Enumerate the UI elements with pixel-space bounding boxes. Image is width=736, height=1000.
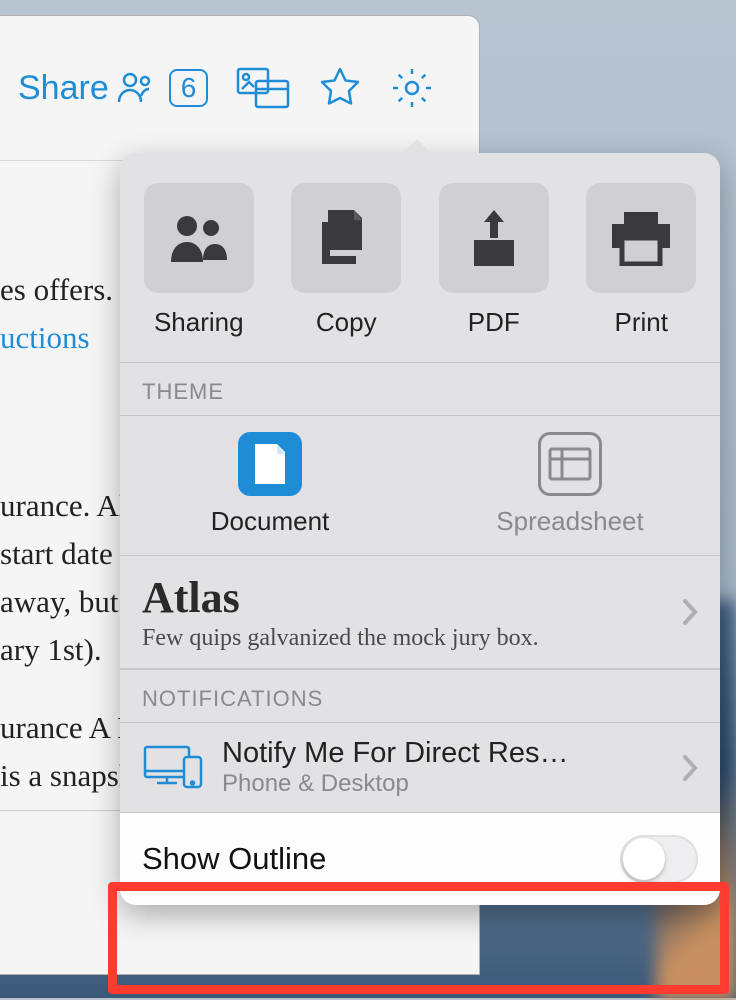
- font-title: Atlas: [142, 572, 670, 623]
- theme-document[interactable]: Document: [120, 416, 420, 555]
- copy-icon: [318, 208, 374, 268]
- print-icon: [610, 210, 672, 266]
- media-icon[interactable]: [236, 67, 290, 109]
- theme-document-label: Document: [211, 506, 330, 537]
- pdf-upload-icon: [470, 208, 518, 268]
- show-outline-label: Show Outline: [142, 841, 620, 877]
- spreadsheet-icon: [548, 447, 592, 481]
- notify-sub: Phone & Desktop: [222, 770, 664, 798]
- share-count-badge: 6: [169, 69, 209, 107]
- share-button[interactable]: Share 6: [18, 69, 208, 108]
- show-outline-row[interactable]: Show Outline: [120, 813, 720, 905]
- font-row[interactable]: Atlas Few quips galvanized the mock jury…: [120, 556, 720, 669]
- devices-icon: [142, 743, 204, 793]
- chevron-right-icon: [682, 598, 698, 626]
- notify-row[interactable]: Notify Me For Direct Res… Phone & Deskto…: [120, 722, 720, 813]
- sharing-icon: [167, 212, 231, 264]
- people-icon: [117, 70, 161, 106]
- sharing-label: Sharing: [154, 307, 244, 338]
- document-icon: [251, 442, 289, 486]
- theme-row: Document Spreadsheet: [120, 415, 720, 556]
- font-sample: Few quips galvanized the mock jury box.: [142, 625, 670, 652]
- theme-spreadsheet[interactable]: Spreadsheet: [420, 416, 720, 555]
- share-label: Share: [18, 69, 109, 108]
- actions-row: Sharing Copy PDF: [120, 153, 720, 362]
- sharing-action[interactable]: Sharing: [134, 183, 264, 338]
- doc-link[interactable]: uctions: [0, 320, 90, 355]
- settings-popover: Sharing Copy PDF: [120, 153, 720, 905]
- gear-icon[interactable]: [390, 66, 434, 110]
- copy-label: Copy: [316, 307, 377, 338]
- print-action[interactable]: Print: [576, 183, 706, 338]
- theme-header: THEME: [120, 362, 720, 415]
- theme-spreadsheet-label: Spreadsheet: [496, 506, 643, 537]
- toggle-thumb: [623, 838, 665, 880]
- print-label: Print: [615, 307, 668, 338]
- chevron-right-icon: [682, 754, 698, 782]
- pdf-label: PDF: [468, 307, 520, 338]
- notify-title: Notify Me For Direct Res…: [222, 737, 664, 770]
- star-icon[interactable]: [318, 66, 362, 110]
- notifications-header: NOTIFICATIONS: [120, 669, 720, 722]
- show-outline-toggle[interactable]: [620, 835, 698, 883]
- pdf-action[interactable]: PDF: [429, 183, 559, 338]
- copy-action[interactable]: Copy: [281, 183, 411, 338]
